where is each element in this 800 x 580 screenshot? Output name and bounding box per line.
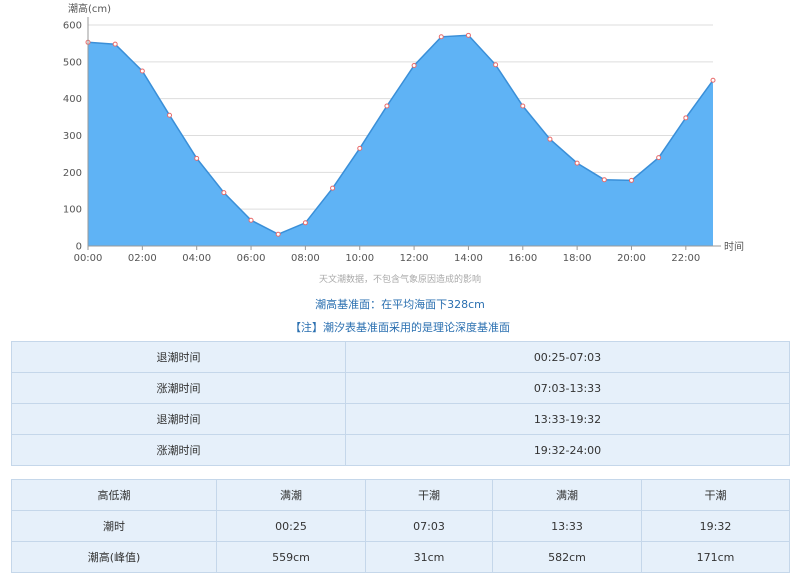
extremes-header-cell: 干潮 (365, 479, 493, 511)
table-row: 涨潮时间 07:03-13:33 (11, 372, 790, 404)
y-tick-label: 400 (63, 94, 82, 105)
extremes-height-cell: 559cm (216, 541, 366, 573)
table-row: 潮时 00:25 07:03 13:33 19:32 (11, 510, 790, 542)
extremes-header-cell: 满潮 (216, 479, 366, 511)
table-row: 潮高(峰值) 559cm 31cm 582cm 171cm (11, 541, 790, 573)
data-point (221, 190, 227, 196)
data-point (167, 112, 173, 118)
y-tick-label: 300 (63, 131, 82, 142)
extremes-header-cell: 干潮 (641, 479, 790, 511)
data-point (248, 217, 254, 223)
period-label: 退潮时间 (11, 403, 346, 435)
datum-text: 潮高基准面：在平均海面下328cm (315, 298, 485, 311)
data-point (275, 231, 281, 237)
data-point (628, 177, 634, 183)
table-row: 退潮时间 00:25-07:03 (11, 341, 790, 373)
extremes-height-cell: 潮高(峰值) (11, 541, 217, 573)
x-tick-label: 08:00 (291, 253, 320, 264)
y-tick-label: 200 (63, 168, 82, 179)
data-point (330, 185, 336, 191)
period-value: 07:03-13:33 (345, 372, 790, 404)
y-tick-label: 500 (63, 57, 82, 68)
data-point (384, 103, 390, 109)
x-tick-label: 10:00 (345, 253, 374, 264)
period-label: 退潮时间 (11, 341, 346, 373)
table-row: 高低潮 满潮 干潮 满潮 干潮 (11, 479, 790, 511)
extremes-time-cell: 19:32 (641, 510, 790, 542)
x-tick-label: 12:00 (400, 253, 429, 264)
tide-periods-table: 退潮时间 00:25-07:03 涨潮时间 07:03-13:33 退潮时间 1… (11, 341, 790, 466)
data-point (302, 220, 308, 226)
data-point (710, 77, 716, 83)
data-point (574, 160, 580, 166)
x-tick-label: 14:00 (454, 253, 483, 264)
data-point (357, 145, 363, 151)
extremes-header-cell: 满潮 (492, 479, 642, 511)
extremes-time-cell: 潮时 (11, 510, 217, 542)
data-point (194, 155, 200, 161)
x-tick-label: 04:00 (182, 253, 211, 264)
data-point (411, 63, 417, 69)
datum-note: 【注】潮汐表基准面采用的是理论深度基准面 (290, 321, 510, 334)
table-row: 涨潮时间 19:32-24:00 (11, 434, 790, 466)
y-tick-label: 600 (63, 21, 82, 32)
y-tick-label: 100 (63, 205, 82, 216)
tide-chart: 0 100 200 300 400 500 600 00:00 02:00 04:00 06:00 0… (63, 2, 744, 264)
extremes-height-cell: 582cm (492, 541, 642, 573)
x-tick-label: 22:00 (671, 253, 700, 264)
data-point (520, 103, 526, 109)
data-point (683, 115, 689, 121)
y-axis-title: 潮高(cm) (68, 2, 111, 15)
x-tick-label: 20:00 (617, 253, 646, 264)
data-point (112, 41, 118, 47)
data-point (601, 177, 607, 183)
period-label: 涨潮时间 (11, 434, 346, 466)
extremes-time-cell: 13:33 (492, 510, 642, 542)
extremes-header-cell: 高低潮 (11, 479, 217, 511)
data-point (139, 68, 145, 74)
data-point (465, 32, 471, 38)
x-tick-label: 16:00 (508, 253, 537, 264)
data-point (493, 62, 499, 68)
table-row: 退潮时间 13:33-19:32 (11, 403, 790, 435)
extremes-time-cell: 00:25 (216, 510, 366, 542)
tide-area (88, 35, 713, 246)
x-tick-label: 02:00 (128, 253, 157, 264)
x-tick-label: 06:00 (237, 253, 266, 264)
data-point (656, 155, 662, 161)
data-point (438, 34, 444, 40)
period-label: 涨潮时间 (11, 372, 346, 404)
y-tick-label: 0 (76, 242, 82, 253)
x-tick-label: 00:00 (74, 253, 103, 264)
period-value: 00:25-07:03 (345, 341, 790, 373)
extremes-height-cell: 171cm (641, 541, 790, 573)
extremes-height-cell: 31cm (365, 541, 493, 573)
tide-extremes-table: 高低潮 满潮 干潮 满潮 干潮 潮时 00:25 07:03 13:33 19:… (11, 479, 790, 573)
source-note: 天文潮数据，不包含气象原因造成的影响 (318, 275, 481, 285)
x-tick-label: 18:00 (563, 253, 592, 264)
data-point (547, 136, 553, 142)
x-axis-title: 时间 (724, 240, 744, 253)
extremes-time-cell: 07:03 (365, 510, 493, 542)
period-value: 19:32-24:00 (345, 434, 790, 466)
period-value: 13:33-19:32 (345, 403, 790, 435)
